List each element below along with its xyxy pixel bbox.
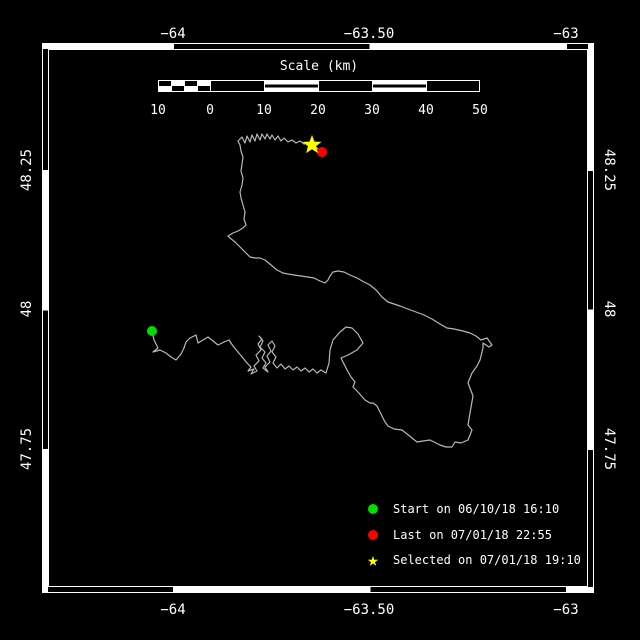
legend-label-last: Last on 07/01/18 22:55 bbox=[393, 528, 552, 542]
y-axis-label-left-2: 48 bbox=[19, 300, 35, 318]
scale-label-1: 0 bbox=[206, 103, 214, 118]
y-axis-label-left-1: 48.25 bbox=[19, 148, 35, 192]
last-marker bbox=[317, 147, 327, 157]
scale-segment-midline bbox=[264, 84, 318, 88]
last-circle-icon bbox=[363, 525, 383, 545]
scale-segment-midline bbox=[372, 84, 426, 88]
legend-item-last: Last on 07/01/18 22:55 bbox=[363, 525, 552, 545]
scale-label-2: 10 bbox=[256, 103, 272, 118]
x-axis-label-bottom-1: −64 bbox=[160, 602, 186, 618]
x-axis-label-top-1: −64 bbox=[160, 26, 186, 42]
plot-window: −64 −63.50 −63 −64 −63.50 −63 48.25 48 4… bbox=[0, 0, 640, 640]
y-axis-label-left-3: 47.75 bbox=[19, 427, 35, 471]
selected-star-icon: ★ bbox=[367, 549, 379, 571]
y-axis-label-right-2: 48 bbox=[601, 300, 617, 318]
x-axis-label-top-3: −63 bbox=[553, 26, 579, 42]
legend-item-selected: ★ Selected on 07/01/18 19:10 bbox=[363, 550, 581, 570]
legend-item-start: Start on 06/10/18 16:10 bbox=[363, 499, 559, 519]
scale-bar-title: Scale (km) bbox=[279, 59, 359, 74]
start-marker bbox=[147, 326, 157, 336]
scale-label-6: 50 bbox=[472, 103, 488, 118]
drifter-track bbox=[151, 133, 493, 448]
start-circle-icon bbox=[363, 499, 383, 519]
y-axis-label-right-3: 47.75 bbox=[601, 427, 617, 471]
scale-label-4: 30 bbox=[364, 103, 380, 118]
legend-label-selected: Selected on 07/01/18 19:10 bbox=[393, 553, 581, 567]
x-axis-label-bottom-3: −63 bbox=[553, 602, 579, 618]
x-axis-label-bottom-2: −63.50 bbox=[343, 602, 395, 618]
x-axis-label-top-2: −63.50 bbox=[343, 26, 395, 42]
legend-label-start: Start on 06/10/18 16:10 bbox=[393, 502, 560, 516]
scale-label-0: 10 bbox=[150, 103, 166, 118]
y-axis-label-right-1: 48.25 bbox=[601, 148, 617, 192]
scale-label-5: 40 bbox=[418, 103, 434, 118]
scale-label-3: 20 bbox=[310, 103, 326, 118]
